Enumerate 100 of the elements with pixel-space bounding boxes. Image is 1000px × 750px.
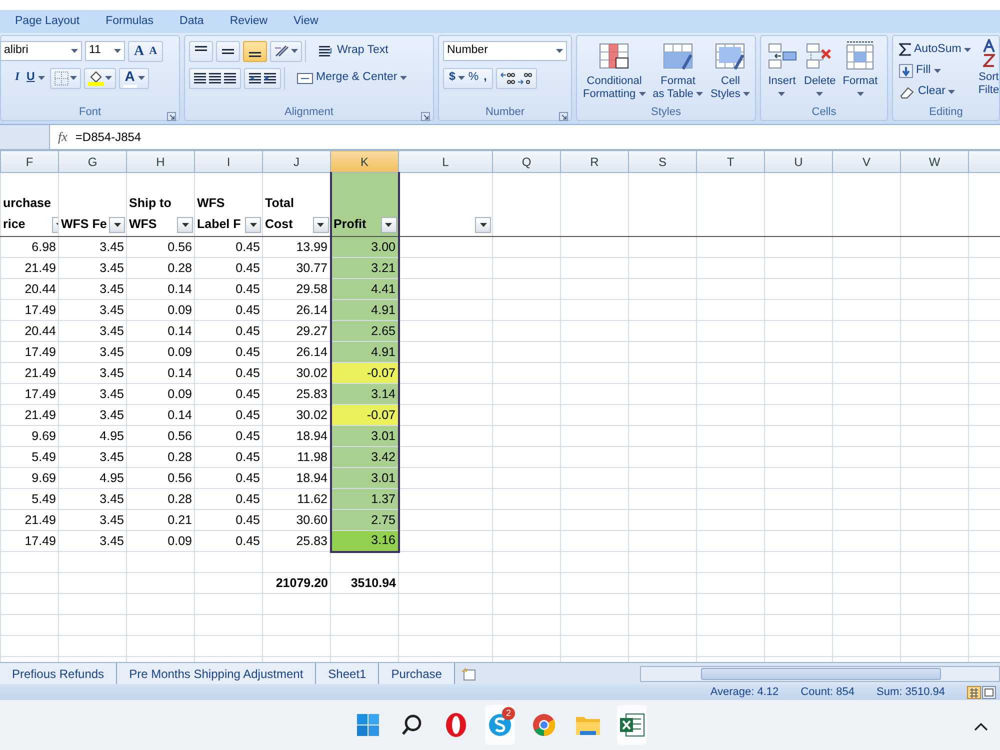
caret-icon <box>948 90 956 94</box>
filter-dropdown[interactable] <box>109 217 125 233</box>
table-cell: 20.44 <box>24 282 56 296</box>
fill-button[interactable]: Fill <box>897 60 974 81</box>
ribbon-tab[interactable]: Data <box>166 12 217 30</box>
sheet-tab[interactable]: Purchase <box>379 663 455 684</box>
number-format-field[interactable]: Number <box>443 41 567 61</box>
vertical-align-button[interactable] <box>216 40 240 62</box>
sheet-tab[interactable]: Sheet1 <box>316 663 380 684</box>
filter-dropdown[interactable] <box>475 217 491 233</box>
caret-icon <box>250 223 256 227</box>
table-cell: 17.49 <box>24 302 56 317</box>
dialog-launcher-icon <box>421 112 430 121</box>
caret-icon <box>291 49 298 53</box>
profit-cell: 3.01 <box>330 426 398 446</box>
chevron-up-icon <box>974 722 988 732</box>
font-name-field[interactable]: alibri <box>0 41 82 61</box>
increase-indent-icon <box>263 71 277 85</box>
caret-icon <box>480 223 486 227</box>
wrap-text-button[interactable]: Wrap Text <box>316 40 390 62</box>
table-cell: 6.98 <box>32 240 56 254</box>
horizontal-scrollbar[interactable] <box>640 666 1000 682</box>
column-header[interactable]: H <box>126 150 194 172</box>
taskbar-button[interactable]: 2 <box>485 705 515 745</box>
comma-button[interactable]: , <box>482 68 489 88</box>
eraser-icon <box>899 84 915 98</box>
cell-styles-icon <box>715 41 746 71</box>
table-cell: 0.21 <box>168 512 192 527</box>
merge-cells-icon <box>297 71 313 85</box>
column-header[interactable]: L <box>398 150 492 172</box>
ribbon-tab[interactable]: View <box>280 12 332 30</box>
profit-cell: 2.65 <box>330 320 398 342</box>
underline-button[interactable]: U <box>24 68 47 88</box>
filter-dropdown[interactable] <box>245 217 261 233</box>
shrink-font-button[interactable]: A <box>147 40 160 62</box>
format-button[interactable]: Format <box>840 41 880 101</box>
table-cell: 29.58 <box>296 282 328 296</box>
table-cell: 4.95 <box>100 470 124 485</box>
table-cell: 3.45 <box>100 240 124 254</box>
sheet-tab[interactable]: Prefious Refunds <box>0 663 118 684</box>
filter-dropdown[interactable] <box>312 217 328 233</box>
ribbon-tab[interactable]: Page Layout <box>2 12 93 30</box>
caret-icon <box>104 76 112 80</box>
font-size-field[interactable]: 11 <box>85 41 125 61</box>
align-right-icon <box>223 71 237 85</box>
table-cell: 0.45 <box>236 344 260 359</box>
vertical-align-button[interactable] <box>189 40 213 62</box>
table-cell: 0.45 <box>236 408 260 422</box>
clear-button[interactable]: Clear <box>897 81 974 102</box>
borders-icon <box>54 70 69 86</box>
format-table-icon <box>663 41 694 71</box>
profit-cell: 3.01 <box>330 468 398 488</box>
column-header[interactable]: Q <box>492 150 560 172</box>
insert-button[interactable]: Insert <box>765 41 799 101</box>
sheet-tab[interactable]: Pre Months Shipping Adjustment <box>117 663 316 684</box>
caret-icon <box>934 68 941 72</box>
column-header[interactable]: W <box>900 150 968 172</box>
currency-button[interactable]: $ <box>447 68 458 88</box>
decrease-indent-icon <box>248 71 262 85</box>
merge-center-button[interactable]: Merge & Center <box>295 68 410 88</box>
grow-font-button[interactable]: A <box>132 40 146 62</box>
table-cell: 0.09 <box>168 302 192 317</box>
column-header[interactable]: U <box>764 150 832 172</box>
column-header[interactable]: I <box>194 150 262 172</box>
column-header[interactable]: T <box>696 150 764 172</box>
column-header[interactable]: F <box>0 150 58 172</box>
format-as-table-button[interactable]: Format as Table <box>650 41 706 101</box>
ribbon-tab[interactable]: Review <box>216 12 281 30</box>
column-header[interactable]: V <box>832 150 900 172</box>
profit-cell: 3.00 <box>330 236 398 258</box>
table-cell: 0.45 <box>236 386 260 401</box>
autosum-button[interactable]: AutoSum <box>897 39 974 60</box>
ribbon-tab[interactable]: Formulas <box>92 12 167 30</box>
filter-dropdown[interactable] <box>177 217 193 233</box>
column-header[interactable]: K <box>330 150 398 172</box>
delete-button[interactable]: Delete <box>802 41 838 101</box>
column-header[interactable]: S <box>628 150 696 172</box>
table-cell: 20.44 <box>24 324 56 338</box>
table-cell: 0.56 <box>168 470 192 485</box>
column-header[interactable]: J <box>262 150 330 172</box>
table-cell: 3.45 <box>100 282 124 296</box>
profit-cell: 3.16 <box>330 530 398 552</box>
table-cell: 0.45 <box>236 240 260 254</box>
status-sum: Sum: 3510.94 <box>876 684 945 700</box>
italic-button[interactable]: I <box>13 68 22 88</box>
table-cell: 0.45 <box>236 324 260 338</box>
filter-dropdown[interactable] <box>380 217 396 233</box>
formula-field[interactable]: =D854-J854 <box>75 128 1000 146</box>
column-header[interactable]: R <box>560 150 628 172</box>
column-header[interactable]: G <box>58 150 126 172</box>
vertical-align-button[interactable] <box>243 40 267 62</box>
align-lines-icon <box>195 46 207 50</box>
sort-filter-button[interactable]: Sort Filte <box>976 39 1000 102</box>
table-cell: 11.62 <box>297 492 328 506</box>
table-cell: 3.45 <box>100 366 124 380</box>
increase-decimal-icon <box>500 71 516 85</box>
cell-styles-button[interactable]: Cell Styles <box>708 41 752 101</box>
status-count: Count: 854 <box>800 684 854 700</box>
percent-button[interactable]: % <box>466 68 481 88</box>
conditional-formatting-button[interactable]: Conditional Formatting <box>581 41 648 101</box>
